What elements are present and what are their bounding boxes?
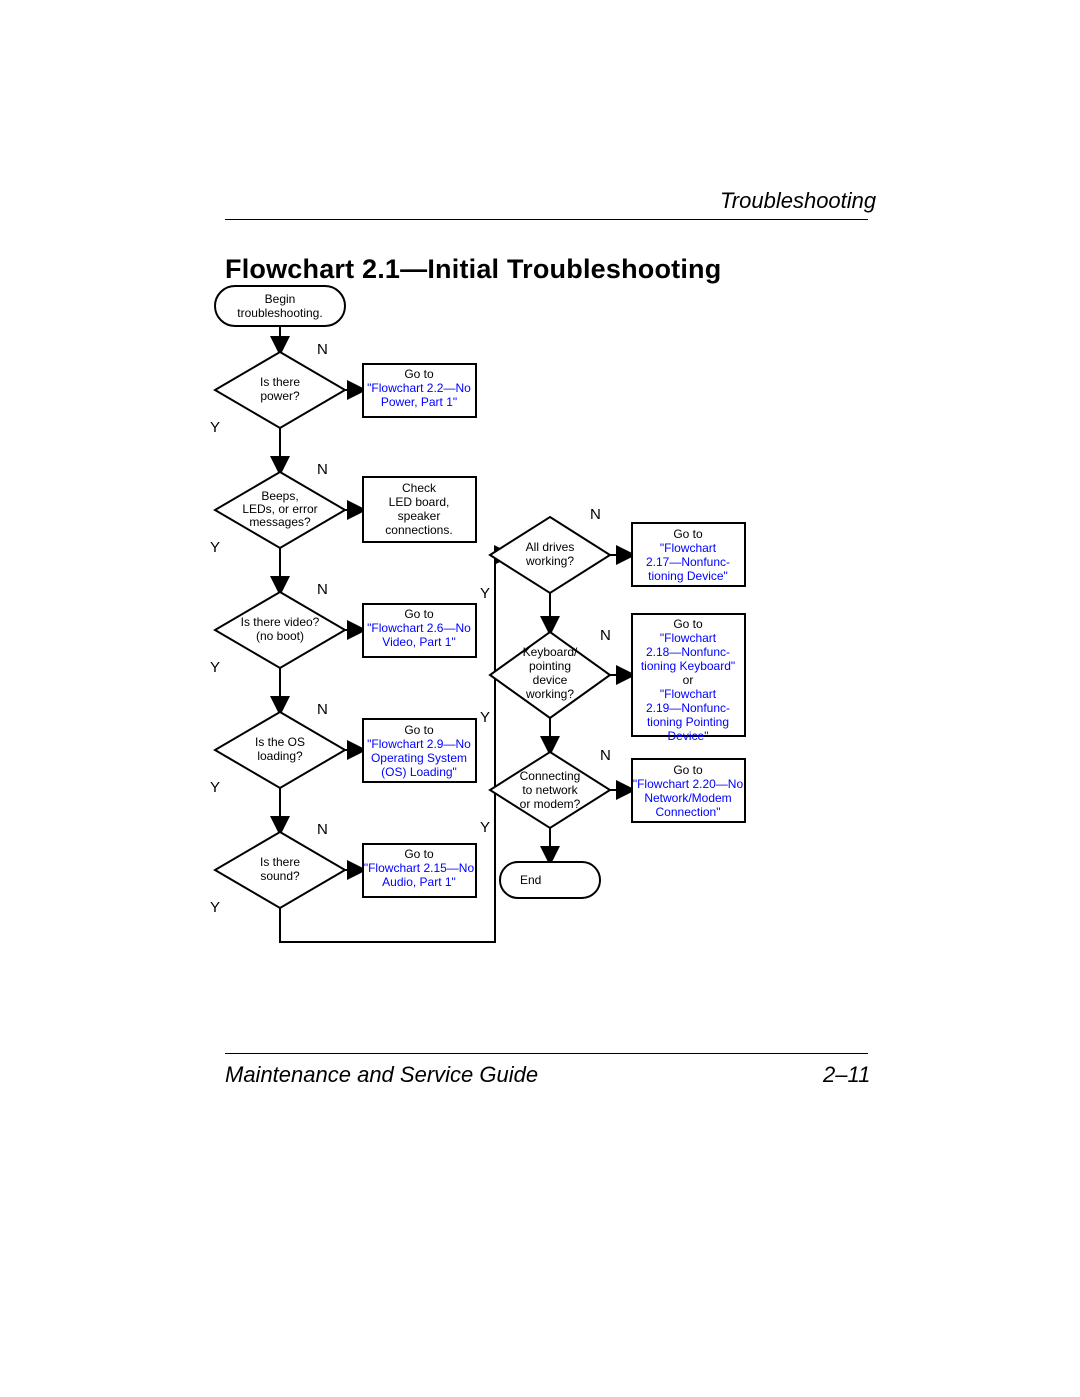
d-video-l1: Is there video? [241,615,320,629]
d-power-l2: power? [260,389,300,403]
d-net-l2: to network [522,783,578,797]
y-drives: Y [480,585,490,602]
d-net-l3: or modem? [520,797,581,811]
link-no-os-3[interactable]: (OS) Loading" [381,765,457,779]
d-beeps-l3: messages? [249,515,311,529]
d-kbd-l4: working? [525,687,574,701]
link-nf-ptr-4[interactable]: Device" [668,729,709,743]
link-no-audio-2[interactable]: Audio, Part 1" [382,875,456,889]
goto-video: Go to [404,607,434,621]
link-no-os-2[interactable]: Operating System [371,751,467,765]
goto-os: Go to [404,723,434,737]
p-led-l1: Check [402,481,437,495]
link-nf-kbd-2[interactable]: 2.18—Nonfunc- [646,645,730,659]
terminator-end [500,862,600,898]
d-sound-l2: sound? [260,869,300,883]
link-no-os-1[interactable]: "Flowchart 2.9—No [367,737,471,751]
p-led-l4: connections. [385,523,452,537]
p-led-l3: speaker [398,509,441,523]
n-beeps: N [317,461,328,478]
goto-audio: Go to [404,847,434,861]
d-net-l1: Connecting [520,769,581,783]
header-rule [225,219,868,220]
link-no-power-1[interactable]: "Flowchart 2.2—No [367,381,471,395]
y-os: Y [210,779,220,796]
footer-left: Maintenance and Service Guide [225,1062,538,1088]
header-section: Troubleshooting [720,188,876,214]
link-no-audio-1[interactable]: "Flowchart 2.15—No [364,861,475,875]
d-beeps-l2: LEDs, or error [242,502,317,516]
end-label: End [520,873,541,887]
link-no-video-2[interactable]: Video, Part 1" [382,635,455,649]
goto-power: Go to [404,367,434,381]
d-kbd-l1: Keyboard/ [523,645,578,659]
footer-rule [225,1053,868,1054]
d-kbd-l3: device [533,673,568,687]
begin-l2: troubleshooting. [237,306,322,320]
footer-right: 2–11 [823,1062,870,1088]
d-drives-l2: working? [525,554,574,568]
y-video: Y [210,659,220,676]
y-power: Y [210,419,220,436]
link-no-power-2[interactable]: Power, Part 1" [381,395,457,409]
n-drives: N [590,506,601,523]
n-os: N [317,701,328,718]
link-nf-kbd-1[interactable]: "Flowchart [660,631,717,645]
link-nf-ptr-1[interactable]: "Flowchart [660,687,717,701]
link-nf-device-1[interactable]: "Flowchart [660,541,717,555]
d-os-l1: Is the OS [255,735,305,749]
link-nf-ptr-2[interactable]: 2.19—Nonfunc- [646,701,730,715]
link-nf-kbd-3[interactable]: tioning Keyboard" [641,659,735,673]
d-power-l1: Is there [260,375,300,389]
flowchart: Begin troubleshooting. Is there power? N… [200,282,880,1002]
d-sound-l1: Is there [260,855,300,869]
link-nf-ptr-3[interactable]: tioning Pointing [647,715,729,729]
link-no-net-1[interactable]: "Flowchart 2.20—No [633,777,744,791]
goto-drives: Go to [673,527,703,541]
n-kbd: N [600,627,611,644]
y-kbd: Y [480,709,490,726]
p-led-l2: LED board, [389,495,450,509]
n-power: N [317,341,328,358]
link-no-net-2[interactable]: Network/Modem [644,791,731,805]
d-beeps-l1: Beeps, [261,489,298,503]
d-kbd-l2: pointing [529,659,571,673]
n-net: N [600,747,611,764]
y-sound: Y [210,899,220,916]
or-kbd: or [683,673,694,687]
y-net: Y [480,819,490,836]
link-nf-device-2[interactable]: 2.17—Nonfunc- [646,555,730,569]
y-beeps: Y [210,539,220,556]
d-os-l2: loading? [257,749,303,763]
d-drives-l1: All drives [526,540,575,554]
link-no-video-1[interactable]: "Flowchart 2.6—No [367,621,471,635]
goto-kbd: Go to [673,617,703,631]
link-nf-device-3[interactable]: tioning Device" [648,569,728,583]
n-sound: N [317,821,328,838]
d-video-l2: (no boot) [256,629,304,643]
page-title: Flowchart 2.1—Initial Troubleshooting [225,254,721,285]
link-no-net-3[interactable]: Connection" [656,805,721,819]
n-video: N [317,581,328,598]
begin-l1: Begin [265,292,296,306]
goto-net: Go to [673,763,703,777]
